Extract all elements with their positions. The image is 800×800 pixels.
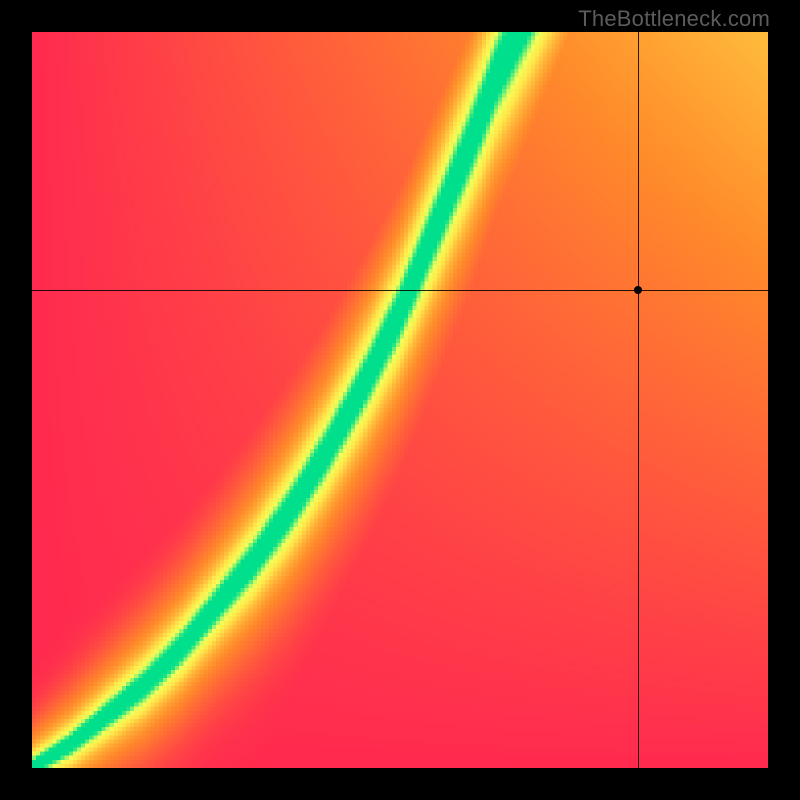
crosshair-horizontal	[32, 290, 768, 291]
crosshair-marker	[634, 286, 642, 294]
chart-frame: TheBottleneck.com	[0, 0, 800, 800]
crosshair-vertical	[638, 32, 639, 768]
watermark-text: TheBottleneck.com	[578, 6, 770, 32]
heatmap-canvas	[32, 32, 768, 768]
